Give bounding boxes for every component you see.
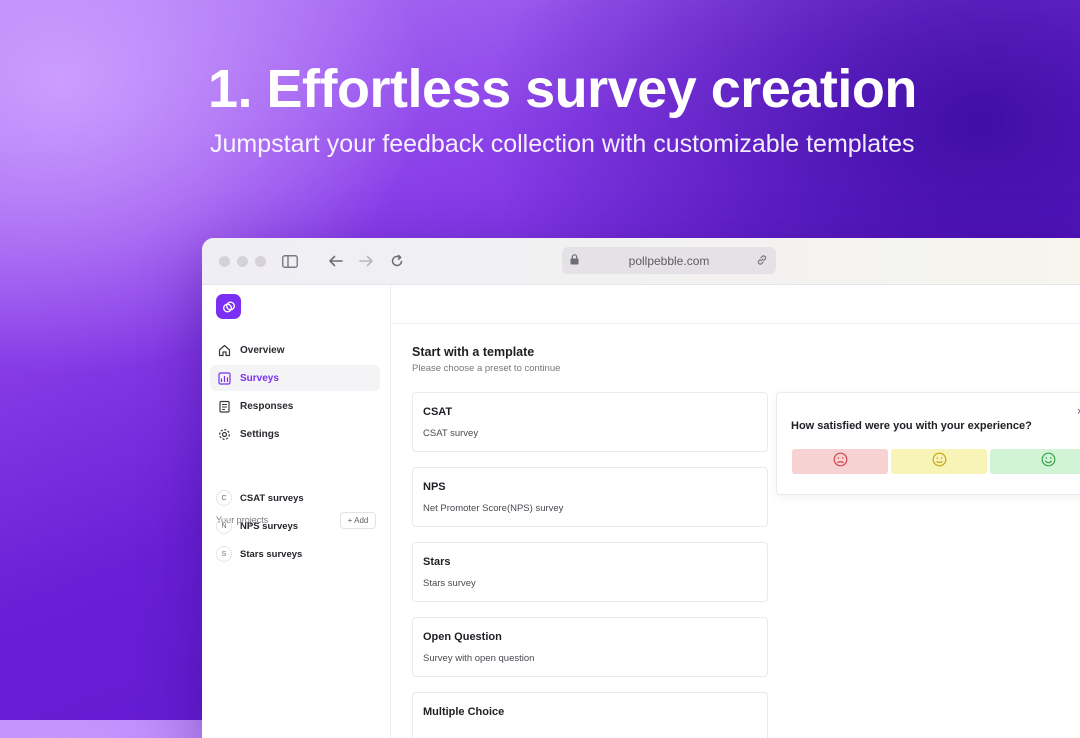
project-item-stars[interactable]: S Stars surveys — [216, 546, 302, 562]
page-subtitle: Please choose a preset to continue — [412, 363, 561, 374]
sidebar-item-surveys[interactable]: Surveys — [210, 365, 380, 391]
template-card-stars[interactable]: Stars Stars survey — [412, 542, 768, 602]
window-minimize-dot[interactable] — [237, 256, 248, 267]
template-title: CSAT — [423, 406, 453, 418]
back-arrow-icon[interactable] — [325, 251, 345, 271]
hero-title: 1. Effortless survey creation — [208, 59, 917, 119]
clipboard-icon — [216, 398, 232, 414]
sidebar-item-responses[interactable]: Responses — [210, 393, 380, 419]
preview-question: How satisfied were you with your experie… — [791, 420, 1032, 432]
template-description: CSAT survey — [423, 428, 479, 439]
project-label: Stars surveys — [240, 548, 303, 560]
gear-icon — [216, 426, 232, 442]
template-title: Open Question — [423, 631, 502, 643]
project-badge: S — [216, 546, 232, 562]
sidebar: Overview Surveys Responses Settings Your… — [202, 285, 391, 738]
template-description: Survey with open question — [423, 653, 535, 664]
rating-option-neutral[interactable] — [891, 449, 987, 474]
url-text: pollpebble.com — [628, 253, 710, 268]
sad-face-icon — [833, 452, 848, 472]
browser-window: pollpebble.com Overview Surveys Response… — [202, 238, 1080, 738]
project-item-csat[interactable]: C CSAT surveys — [216, 490, 304, 506]
hero-subtitle: Jumpstart your feedback collection with … — [210, 130, 915, 158]
sidebar-item-label: Surveys — [240, 372, 279, 384]
template-description: Stars survey — [423, 578, 476, 589]
project-badge: N — [216, 518, 232, 534]
reload-icon[interactable] — [387, 251, 407, 271]
neutral-face-icon — [932, 452, 947, 472]
template-card-multiple-choice[interactable]: Multiple Choice — [412, 692, 768, 738]
page-title: Start with a template — [412, 345, 535, 359]
template-description: Net Promoter Score(NPS) survey — [423, 503, 564, 514]
sidebar-icon[interactable] — [280, 251, 300, 271]
template-card-open-question[interactable]: Open Question Survey with open question — [412, 617, 768, 677]
sidebar-item-label: Settings — [240, 428, 280, 440]
project-label: CSAT surveys — [240, 492, 304, 504]
template-card-csat[interactable]: CSAT CSAT survey — [412, 392, 768, 452]
template-title: Multiple Choice — [423, 706, 505, 718]
window-zoom-dot[interactable] — [255, 256, 266, 267]
project-label: NPS surveys — [240, 520, 299, 532]
forward-arrow-icon[interactable] — [356, 251, 376, 271]
survey-preview: × How satisfied were you with your exper… — [776, 392, 1080, 495]
template-card-nps[interactable]: NPS Net Promoter Score(NPS) survey — [412, 467, 768, 527]
lock-icon — [570, 254, 579, 268]
window-close-dot[interactable] — [219, 256, 230, 267]
sidebar-item-overview[interactable]: Overview — [210, 337, 380, 363]
sidebar-item-label: Responses — [240, 400, 294, 412]
main-topbar — [391, 285, 1080, 324]
home-icon — [216, 342, 232, 358]
rating-option-unsatisfied[interactable] — [792, 449, 888, 474]
happy-face-icon — [1041, 452, 1056, 472]
template-title: NPS — [423, 481, 446, 493]
sidebar-item-label: Overview — [240, 344, 285, 356]
chart-icon — [216, 370, 232, 386]
template-title: Stars — [423, 556, 451, 568]
address-bar[interactable]: pollpebble.com — [562, 247, 776, 274]
project-item-nps[interactable]: N NPS surveys — [216, 518, 298, 534]
rating-option-satisfied[interactable] — [990, 449, 1080, 474]
sidebar-item-settings[interactable]: Settings — [210, 421, 380, 447]
pollpebble-logo-icon[interactable] — [216, 294, 241, 319]
add-project-button[interactable]: + Add — [340, 512, 376, 529]
project-badge: C — [216, 490, 232, 506]
link-icon[interactable] — [756, 254, 768, 269]
browser-titlebar: pollpebble.com — [202, 238, 1080, 285]
